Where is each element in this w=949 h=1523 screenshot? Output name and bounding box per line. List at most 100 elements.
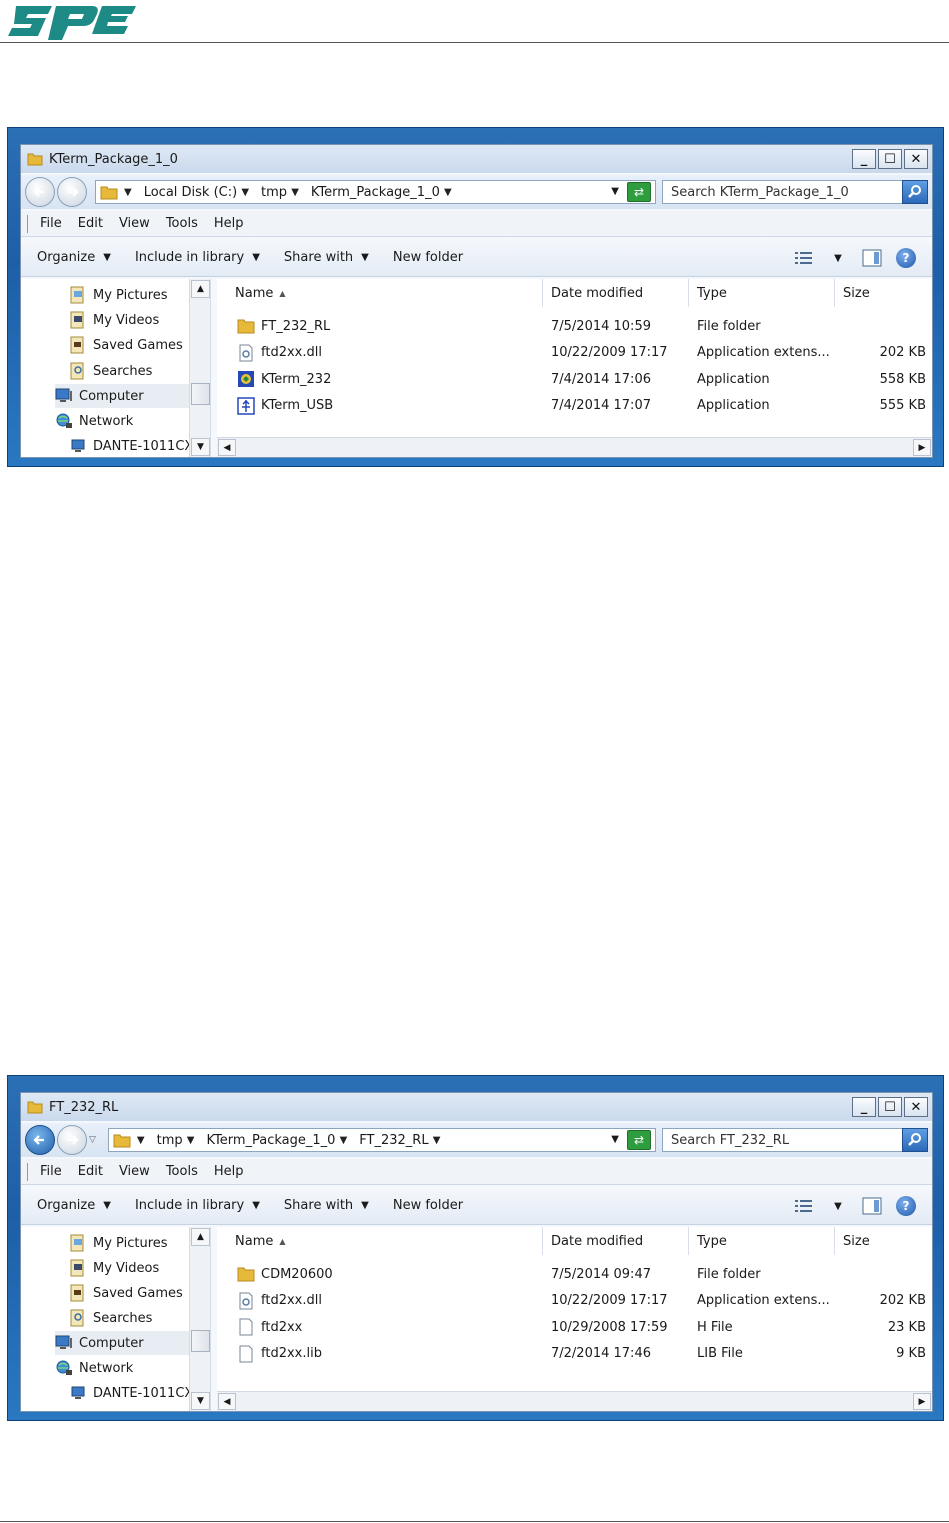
organize-button[interactable]: Organize ▼ <box>37 250 111 265</box>
column-date-modified[interactable]: Date modified <box>543 1227 689 1255</box>
nav-item-network[interactable]: Network <box>55 409 133 433</box>
file-row[interactable]: ftd2xx.dll 10/22/2009 17:17 Application … <box>217 1288 932 1315</box>
back-button[interactable] <box>25 1125 55 1155</box>
preview-pane-icon[interactable] <box>862 1197 882 1215</box>
nav-item-my-videos[interactable]: My Videos <box>69 1256 159 1280</box>
minimize-button[interactable]: _ <box>852 149 876 169</box>
breadcrumb-item[interactable]: FT_232_RL ▼ <box>359 1133 446 1148</box>
back-button[interactable] <box>25 177 55 207</box>
search-button[interactable] <box>902 1128 928 1152</box>
address-input[interactable]: ▼ tmp ▼ KTerm_Package_1_0 ▼ FT_232_RL ▼ … <box>107 1128 656 1152</box>
breadcrumb-item[interactable]: Local Disk (C:) ▼ <box>144 185 255 200</box>
file-row[interactable]: ftd2xx.dll 10/22/2009 17:17 Application … <box>217 340 932 367</box>
menu-help[interactable]: Help <box>214 1164 244 1179</box>
menu-file[interactable]: File <box>40 216 62 231</box>
organize-button[interactable]: Organize ▼ <box>37 1198 111 1213</box>
file-row[interactable]: KTerm_232 7/4/2014 17:06 Application 558… <box>217 366 932 393</box>
title-bar[interactable]: FT_232_RL _ ☐ ✕ <box>21 1093 932 1121</box>
include-in-library-button[interactable]: Include in library ▼ <box>135 1198 260 1213</box>
breadcrumb-separator[interactable]: ▼ <box>124 187 138 198</box>
scroll-down-button[interactable]: ▼ <box>191 1392 210 1410</box>
view-dropdown-icon[interactable]: ▼ <box>828 1197 848 1215</box>
menu-edit[interactable]: Edit <box>78 1164 103 1179</box>
nav-item-computer[interactable]: Computer <box>55 1331 189 1355</box>
search-button[interactable] <box>902 180 928 204</box>
column-name[interactable]: Name ▲ <box>217 279 543 307</box>
scroll-right-button[interactable]: ▶ <box>913 1393 931 1410</box>
nav-scrollbar[interactable]: ▲ ▼ <box>189 1227 210 1411</box>
maximize-button[interactable]: ☐ <box>878 1097 902 1117</box>
share-with-button[interactable]: Share with ▼ <box>284 1198 369 1213</box>
column-size[interactable]: Size <box>835 1227 932 1255</box>
breadcrumb-item[interactable]: tmp ▼ <box>261 185 305 200</box>
forward-button[interactable] <box>57 1125 87 1155</box>
horizontal-scrollbar[interactable]: ◀ ▶ <box>217 1391 932 1411</box>
include-in-library-button[interactable]: Include in library ▼ <box>135 250 260 265</box>
share-with-button[interactable]: Share with ▼ <box>284 250 369 265</box>
address-dropdown-icon[interactable]: ▼ <box>611 186 619 197</box>
minimize-button[interactable]: _ <box>852 1097 876 1117</box>
scroll-down-button[interactable]: ▼ <box>191 438 210 456</box>
nav-item-searches[interactable]: Searches <box>69 359 152 383</box>
horizontal-scrollbar[interactable]: ◀ ▶ <box>217 437 932 457</box>
address-input[interactable]: ▼ Local Disk (C:) ▼ tmp ▼ KTerm_Package_… <box>95 180 656 204</box>
column-date-modified[interactable]: Date modified <box>543 279 689 307</box>
file-row[interactable]: KTerm_USB 7/4/2014 17:07 Application 555… <box>217 393 932 420</box>
new-folder-button[interactable]: New folder <box>393 1198 463 1213</box>
scroll-thumb[interactable] <box>191 1330 210 1352</box>
search-input[interactable]: Search KTerm_Package_1_0 <box>662 180 928 204</box>
column-type[interactable]: Type <box>689 1227 835 1255</box>
menu-tools[interactable]: Tools <box>166 216 198 231</box>
file-row[interactable]: FT_232_RL 7/5/2014 10:59 File folder <box>217 313 932 340</box>
view-options-icon[interactable] <box>794 1197 814 1215</box>
nav-item-computer[interactable]: Computer <box>55 384 189 408</box>
breadcrumb-separator[interactable]: ▼ <box>137 1135 151 1146</box>
column-name[interactable]: Name ▲ <box>217 1227 543 1255</box>
menu-help[interactable]: Help <box>214 216 244 231</box>
file-row[interactable]: CDM20600 7/5/2014 09:47 File folder <box>217 1261 932 1288</box>
new-folder-button[interactable]: New folder <box>393 250 463 265</box>
search-input[interactable]: Search FT_232_RL <box>662 1128 928 1152</box>
file-row[interactable]: ftd2xx 10/29/2008 17:59 H File 23 KB <box>217 1314 932 1341</box>
breadcrumb-item[interactable]: KTerm_Package_1_0 ▼ <box>206 1133 353 1148</box>
maximize-button[interactable]: ☐ <box>878 149 902 169</box>
nav-scrollbar[interactable]: ▲ ▼ <box>189 279 210 457</box>
help-icon[interactable]: ? <box>896 1196 916 1216</box>
scroll-up-button[interactable]: ▲ <box>191 1228 210 1246</box>
nav-item-my-videos[interactable]: My Videos <box>69 308 159 332</box>
recent-pages-icon[interactable]: ▽ <box>89 1135 96 1145</box>
title-bar[interactable]: KTerm_Package_1_0 _ ☐ ✕ <box>21 145 932 173</box>
close-button[interactable]: ✕ <box>904 149 928 169</box>
nav-item-network[interactable]: Network <box>55 1356 133 1380</box>
nav-item-saved-games[interactable]: Saved Games <box>69 1281 183 1305</box>
address-dropdown-icon[interactable]: ▼ <box>611 1134 619 1145</box>
column-type[interactable]: Type <box>689 279 835 307</box>
nav-item-my-pictures[interactable]: My Pictures <box>69 1231 168 1255</box>
file-row[interactable]: ftd2xx.lib 7/2/2014 17:46 LIB File 9 KB <box>217 1341 932 1368</box>
nav-item-saved-games[interactable]: Saved Games <box>69 333 183 357</box>
breadcrumb-item[interactable]: tmp ▼ <box>157 1133 201 1148</box>
close-button[interactable]: ✕ <box>904 1097 928 1117</box>
scroll-left-button[interactable]: ◀ <box>218 1393 236 1410</box>
preview-pane-icon[interactable] <box>862 249 882 267</box>
scroll-up-button[interactable]: ▲ <box>191 280 210 298</box>
refresh-button[interactable]: ⇄ <box>627 1130 651 1150</box>
forward-button[interactable] <box>57 177 87 207</box>
view-options-icon[interactable] <box>794 249 814 267</box>
scroll-right-button[interactable]: ▶ <box>913 439 931 456</box>
menu-file[interactable]: File <box>40 1164 62 1179</box>
nav-item-my-pictures[interactable]: My Pictures <box>69 283 168 307</box>
nav-item-dante[interactable]: DANTE-1011CX <box>69 1381 193 1405</box>
menu-view[interactable]: View <box>119 216 150 231</box>
breadcrumb-item[interactable]: KTerm_Package_1_0 ▼ <box>311 185 458 200</box>
scroll-thumb[interactable] <box>191 383 210 405</box>
view-dropdown-icon[interactable]: ▼ <box>828 249 848 267</box>
menu-tools[interactable]: Tools <box>166 1164 198 1179</box>
help-icon[interactable]: ? <box>896 248 916 268</box>
scroll-left-button[interactable]: ◀ <box>218 439 236 456</box>
nav-item-searches[interactable]: Searches <box>69 1306 152 1330</box>
column-size[interactable]: Size <box>835 279 932 307</box>
refresh-button[interactable]: ⇄ <box>627 182 651 202</box>
menu-edit[interactable]: Edit <box>78 216 103 231</box>
menu-view[interactable]: View <box>119 1164 150 1179</box>
